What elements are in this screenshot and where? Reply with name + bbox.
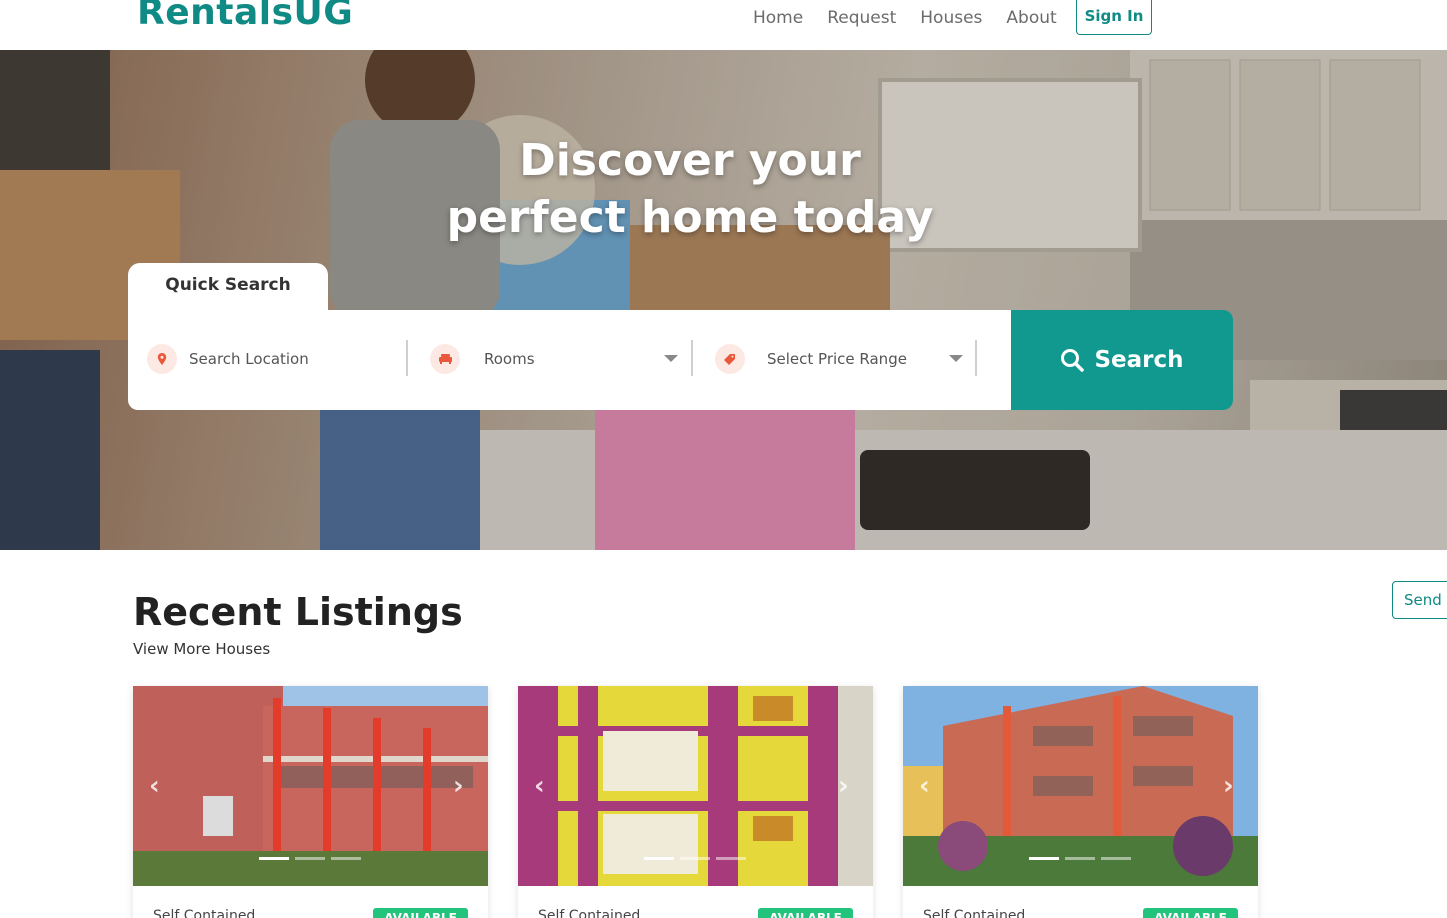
carousel-dot[interactable] [1029, 857, 1059, 860]
carousel-dot[interactable] [259, 857, 289, 860]
search-button-label: Search [1094, 347, 1184, 373]
navbar: RentalsUG Home Request Houses About Sign… [0, 0, 1447, 50]
listing-type: Self Contained [923, 908, 1026, 918]
carousel-indicators [644, 857, 746, 860]
carousel-next-icon[interactable]: › [838, 772, 858, 800]
listing-photo [903, 686, 1258, 886]
hero-banner: Discover your perfect home today Quick S… [0, 50, 1447, 550]
listing-image-carousel[interactable]: ‹ › [903, 686, 1258, 886]
carousel-prev-icon[interactable]: ‹ [149, 772, 169, 800]
chevron-down-icon [664, 355, 678, 362]
field-divider [975, 340, 977, 376]
listing-image-carousel[interactable]: ‹ › [518, 686, 873, 886]
search-bar: Search Location Rooms Select Price Range [128, 310, 1012, 410]
search-icon [1061, 349, 1085, 372]
hero-title: Discover your perfect home today [430, 132, 950, 246]
nav-houses-link[interactable]: Houses [920, 8, 982, 28]
carousel-dot[interactable] [331, 857, 361, 860]
view-more-houses-link[interactable]: View More Houses [133, 640, 270, 658]
carousel-dot[interactable] [1065, 857, 1095, 860]
listing-image-carousel[interactable]: ‹ › [133, 686, 488, 886]
nav-about-link[interactable]: About [1006, 8, 1056, 28]
price-tag-icon [715, 344, 745, 374]
carousel-dot[interactable] [295, 857, 325, 860]
sign-in-button[interactable]: Sign In [1076, 0, 1152, 35]
brand-logo[interactable]: RentalsUG [137, 0, 353, 33]
carousel-dot[interactable] [680, 857, 710, 860]
carousel-next-icon[interactable]: › [1223, 772, 1243, 800]
hero-title-line1: Discover your [519, 135, 861, 186]
rooms-label: Rooms [484, 350, 535, 368]
listing-type: Self Contained [153, 908, 256, 918]
listing-card[interactable]: ‹ › Self Contained AVAILABLE [903, 686, 1258, 918]
carousel-indicators [1029, 857, 1131, 860]
price-range-select[interactable]: Select Price Range [715, 340, 965, 378]
carousel-dot[interactable] [1101, 857, 1131, 860]
carousel-dot[interactable] [716, 857, 746, 860]
status-badge: AVAILABLE [758, 908, 853, 918]
location-field[interactable]: Search Location [147, 340, 407, 378]
nav-links: Home Request Houses About [753, 8, 1057, 28]
listing-card[interactable]: ‹ › Self Contained AVAILABLE [133, 686, 488, 918]
field-divider [406, 340, 408, 376]
listing-type: Self Contained [538, 908, 641, 918]
listing-photo [518, 686, 873, 886]
carousel-next-icon[interactable]: › [453, 772, 473, 800]
bed-icon [430, 344, 460, 374]
nav-request-link[interactable]: Request [827, 8, 896, 28]
listing-card[interactable]: ‹ › Self Contained AVAILABLE [518, 686, 873, 918]
chevron-down-icon [949, 355, 963, 362]
status-badge: AVAILABLE [1143, 908, 1238, 918]
hero-title-line2: perfect home today [446, 192, 934, 243]
search-button[interactable]: Search [1011, 310, 1233, 410]
price-range-label: Select Price Range [767, 350, 907, 368]
carousel-prev-icon[interactable]: ‹ [534, 772, 554, 800]
recent-listings-title: Recent Listings [133, 590, 463, 634]
carousel-prev-icon[interactable]: ‹ [919, 772, 939, 800]
status-badge: AVAILABLE [373, 908, 468, 918]
location-pin-icon [147, 344, 177, 374]
quick-search-tab[interactable]: Quick Search [128, 263, 328, 311]
rooms-select[interactable]: Rooms [430, 340, 680, 378]
location-placeholder: Search Location [189, 350, 309, 368]
nav-home-link[interactable]: Home [753, 8, 803, 28]
carousel-dot[interactable] [644, 857, 674, 860]
carousel-indicators [259, 857, 361, 860]
send-request-button[interactable]: Send u [1392, 581, 1447, 619]
listing-photo [133, 686, 488, 886]
field-divider [691, 340, 693, 376]
